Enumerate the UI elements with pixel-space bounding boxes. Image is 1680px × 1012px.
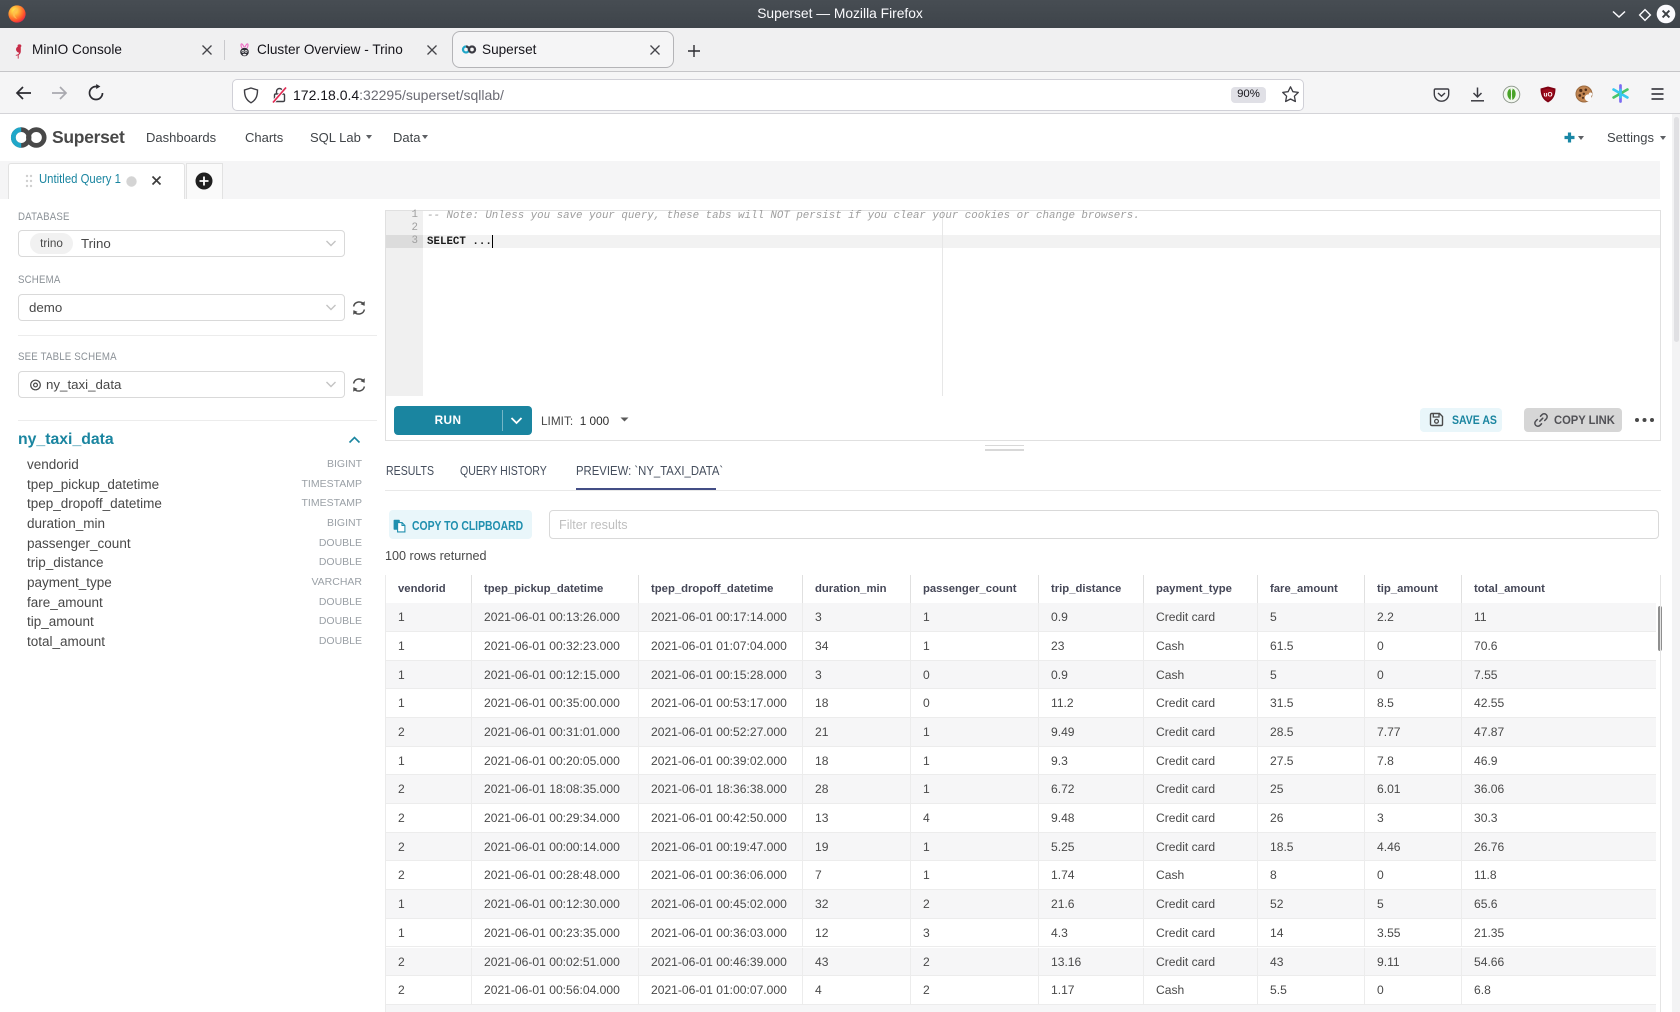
svg-text:uO: uO	[1543, 91, 1552, 98]
